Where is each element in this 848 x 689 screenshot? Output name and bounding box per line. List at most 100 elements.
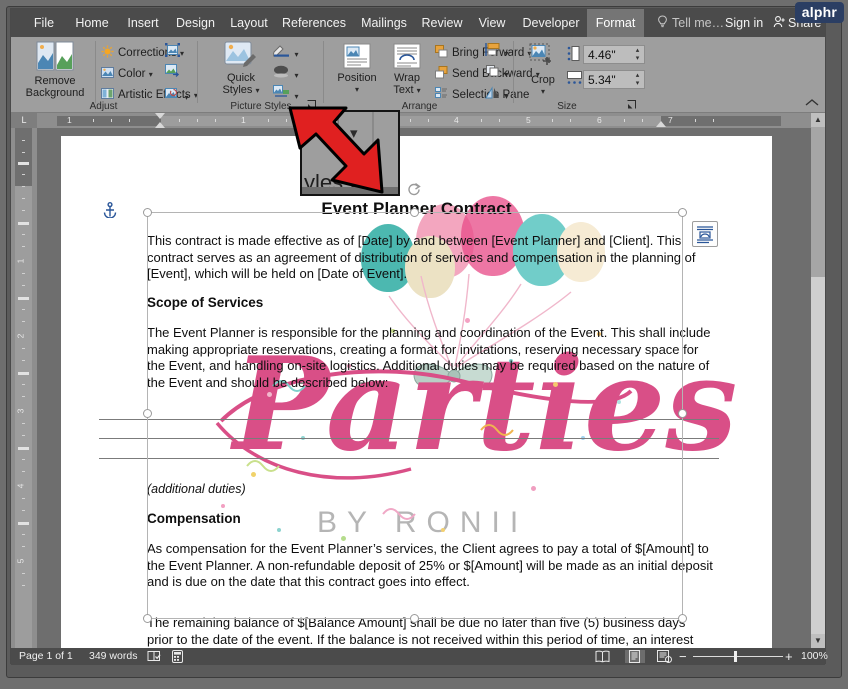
chevron-down-icon[interactable]: ▾: [331, 84, 383, 96]
resize-handle-bottom-left[interactable]: [143, 614, 152, 623]
right-indent-marker[interactable]: [656, 121, 666, 127]
shape-height-input[interactable]: 4.46" ▴ ▾: [583, 45, 645, 64]
vertical-ruler[interactable]: 1 2 3 4 5: [11, 128, 37, 648]
wrap-text-button[interactable]: Wrap Text ▾: [385, 43, 429, 97]
position-button[interactable]: Position ▾: [331, 43, 383, 96]
tab-design[interactable]: Design: [168, 9, 223, 37]
chevron-down-icon[interactable]: ▾: [149, 70, 153, 79]
zoom-slider-track[interactable]: [693, 656, 783, 657]
zoom-level-label[interactable]: 100%: [801, 648, 828, 665]
tab-references[interactable]: References: [275, 9, 353, 37]
ribbon-group-size: Crop ▾ 4.46" ▴ ▾ 5.34" ▴ ▾ Size: [517, 37, 645, 113]
resize-handle-middle-right[interactable]: [678, 409, 687, 418]
sign-in-button[interactable]: Sign in: [725, 9, 763, 37]
chevron-down-icon[interactable]: ▾: [180, 49, 184, 58]
chevron-down-icon[interactable]: ▾: [504, 92, 508, 101]
scroll-up-button[interactable]: ▲: [811, 113, 825, 127]
lightbulb-icon: [657, 10, 668, 38]
quick-styles-button[interactable]: Quick Styles ▾: [215, 41, 267, 97]
chevron-down-icon[interactable]: ▾: [521, 86, 565, 98]
resize-handle-top-right[interactable]: [678, 208, 687, 217]
crop-button[interactable]: Crop ▾: [521, 43, 565, 98]
additional-duties-caption[interactable]: (additional duties): [147, 482, 246, 496]
rotate-handle[interactable]: [406, 182, 422, 198]
document-paragraph-1[interactable]: This contract is made effective as of [D…: [147, 233, 699, 283]
shape-height-icon: [567, 46, 580, 66]
tab-home[interactable]: Home: [66, 9, 118, 37]
document-canvas[interactable]: Parties BY RONII Event Planner Contract …: [37, 128, 811, 648]
color-icon: [101, 66, 114, 82]
tell-me-search[interactable]: Tell me…: [657, 9, 724, 37]
quick-styles-icon: [224, 41, 258, 72]
spelling-check-icon[interactable]: [147, 650, 161, 666]
resize-handle-middle-left[interactable]: [143, 409, 152, 418]
macro-recording-icon[interactable]: [171, 650, 184, 666]
scrollbar-thumb[interactable]: [811, 127, 825, 277]
word-count[interactable]: 349 words: [89, 648, 137, 665]
document-paragraph-4[interactable]: The remaining balance of $[Balance Amoun…: [147, 615, 713, 648]
tab-format[interactable]: Format: [587, 9, 644, 37]
zoom-slider-thumb[interactable]: [734, 651, 737, 662]
change-picture-button[interactable]: [165, 64, 180, 83]
document-paragraph-3[interactable]: As compensation for the Event Planner’s …: [147, 541, 713, 591]
tab-developer[interactable]: Developer: [515, 9, 587, 37]
tab-mailings[interactable]: Mailings: [353, 9, 415, 37]
resize-handle-bottom-right[interactable]: [678, 614, 687, 623]
chevron-down-icon[interactable]: ▾: [294, 50, 298, 59]
scroll-down-button[interactable]: ▼: [811, 634, 825, 648]
picture-effects-button[interactable]: ▾: [273, 65, 298, 83]
tab-review[interactable]: Review: [415, 9, 469, 37]
shape-width-spinner[interactable]: ▴ ▾: [633, 72, 642, 88]
read-mode-icon[interactable]: [595, 650, 610, 663]
horizontal-ruler[interactable]: L 1 1 2 3 4 5 6 7: [11, 113, 825, 128]
shape-height-value: 4.46": [588, 48, 616, 62]
ruler-number: 2: [15, 333, 26, 339]
chevron-down-icon[interactable]: ▾: [256, 86, 260, 95]
ruler-number: 5: [15, 558, 26, 564]
compress-pictures-button[interactable]: [165, 43, 180, 62]
zoom-in-button[interactable]: +: [785, 648, 793, 665]
web-layout-icon[interactable]: [657, 650, 672, 663]
align-objects-button[interactable]: ▾: [485, 43, 508, 61]
print-layout-icon[interactable]: [625, 650, 645, 663]
size-dialog-launcher[interactable]: [627, 100, 636, 111]
status-bar: Page 1 of 1 349 words − + 100%: [11, 648, 828, 666]
first-line-indent-marker[interactable]: [155, 113, 165, 119]
shape-height-spinner[interactable]: ▴ ▾: [633, 47, 642, 63]
chevron-down-icon[interactable]: ▾: [294, 92, 298, 101]
layout-options-button[interactable]: [692, 221, 718, 247]
tab-stop-selector[interactable]: L: [11, 113, 37, 128]
shape-width-value: 5.34": [588, 73, 616, 87]
chevron-down-icon[interactable]: ▾: [294, 71, 298, 80]
resize-handle-top-left[interactable]: [143, 208, 152, 217]
resize-handle-bottom-center[interactable]: [410, 614, 419, 623]
position-icon: [343, 43, 371, 72]
vertical-scrollbar[interactable]: ▲ ▼: [811, 113, 825, 648]
group-objects-button[interactable]: ▾: [485, 64, 508, 82]
position-label: Position: [337, 72, 377, 84]
tab-view[interactable]: View: [469, 9, 515, 37]
zoom-out-button[interactable]: −: [679, 648, 687, 665]
picture-border-button[interactable]: ▾: [272, 43, 298, 62]
wrap-text-label-1: Wrap: [393, 72, 421, 84]
document-page[interactable]: Parties BY RONII Event Planner Contract …: [61, 136, 772, 648]
chevron-down-icon[interactable]: ▾: [417, 86, 421, 95]
resize-handle-top-center[interactable]: [410, 208, 419, 217]
tab-layout[interactable]: Layout: [223, 9, 275, 37]
chevron-down-icon[interactable]: ▾: [504, 49, 508, 58]
shape-width-input[interactable]: 5.34" ▴ ▾: [583, 70, 645, 89]
ruler-number: 6: [597, 115, 602, 125]
color-button[interactable]: Color ▾: [101, 66, 153, 82]
tab-insert[interactable]: Insert: [118, 9, 168, 37]
document-paragraph-2[interactable]: The Event Planner is responsible for the…: [147, 325, 713, 391]
document-heading-scope[interactable]: Scope of Services: [147, 295, 263, 310]
remove-background-button[interactable]: Remove Background: [19, 41, 91, 99]
tab-file[interactable]: File: [22, 9, 66, 37]
ruler-number: 3: [15, 408, 26, 414]
blank-fill-line: [99, 458, 719, 459]
page-indicator[interactable]: Page 1 of 1: [19, 648, 73, 665]
collapse-ribbon-button[interactable]: [805, 98, 819, 110]
document-heading-compensation[interactable]: Compensation: [147, 511, 241, 526]
chevron-down-icon[interactable]: ▾: [504, 70, 508, 79]
ribbon-group-label-size: Size: [557, 101, 577, 112]
